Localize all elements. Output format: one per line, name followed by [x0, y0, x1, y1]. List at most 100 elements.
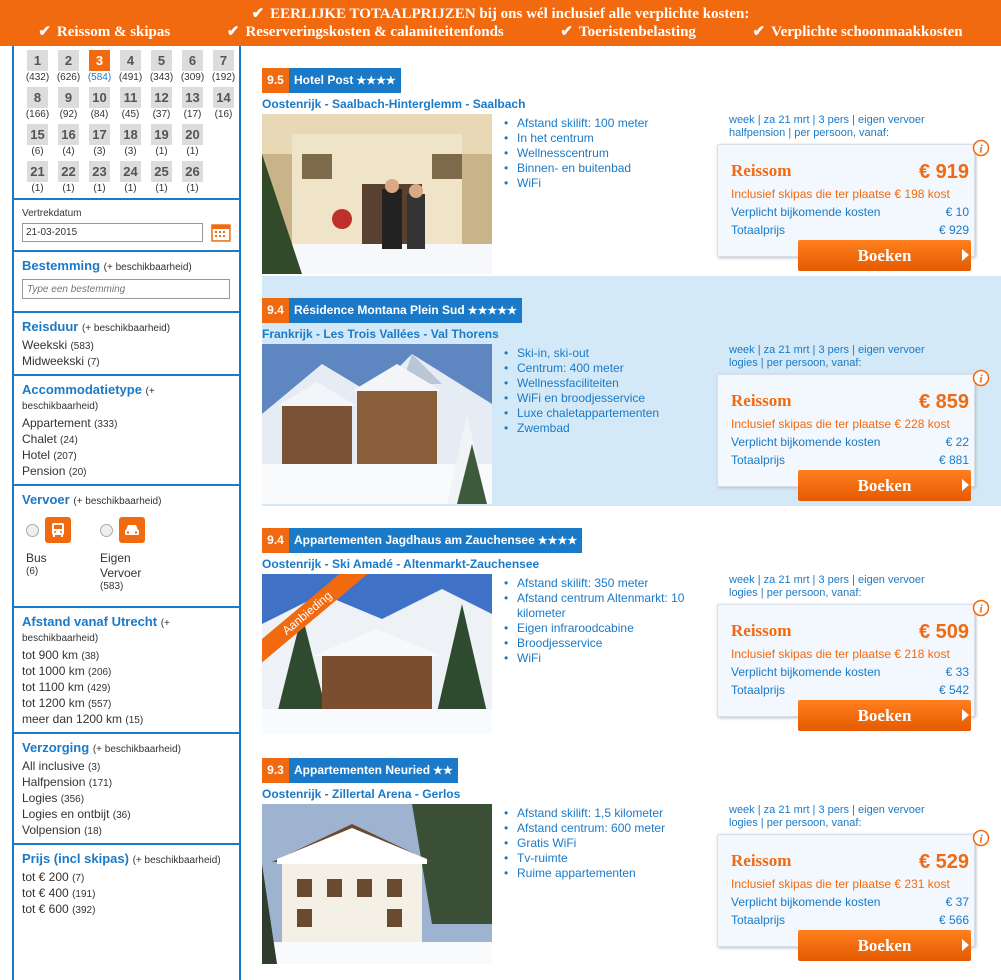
boeken-button[interactable]: Boeken: [798, 930, 971, 961]
location-link[interactable]: Frankrijk - Les Trois Vallées - Val Thor…: [262, 327, 499, 341]
filter-option[interactable]: tot 900 km (38): [22, 648, 231, 664]
filter-option[interactable]: Appartement (333): [22, 416, 231, 432]
filter-option[interactable]: Halfpension (171): [22, 775, 231, 791]
filter-option[interactable]: tot € 600 (392): [22, 902, 231, 918]
hotel-name-link[interactable]: Appartementen Jagdhaus am Zauchensee ★★★★: [289, 528, 583, 553]
day-number[interactable]: 18: [120, 124, 141, 145]
calendar-day[interactable]: 18 (3): [115, 124, 146, 159]
day-number[interactable]: 22: [58, 161, 79, 182]
calendar-day[interactable]: 7 (192): [208, 50, 239, 85]
calendar-day[interactable]: 9 (92): [53, 87, 84, 122]
calendar-day[interactable]: 15 (6): [22, 124, 53, 159]
day-number[interactable]: 13: [182, 87, 203, 108]
filter-option[interactable]: Weekski (583): [22, 338, 231, 354]
filter-option[interactable]: tot 1200 km (557): [22, 696, 231, 712]
boeken-button[interactable]: Boeken: [798, 470, 971, 501]
info-icon[interactable]: i: [972, 599, 990, 617]
day-number[interactable]: 16: [58, 124, 79, 145]
calendar-day[interactable]: 11 (45): [115, 87, 146, 122]
calendar-day[interactable]: 23 (1): [84, 161, 115, 196]
filter-option[interactable]: Chalet (24): [22, 432, 231, 448]
day-number[interactable]: 9: [58, 87, 79, 108]
day-number[interactable]: 5: [151, 50, 172, 71]
day-number[interactable]: 10: [89, 87, 110, 108]
day-number[interactable]: 6: [182, 50, 203, 71]
hotel-name-link[interactable]: Résidence Montana Plein Sud ★★★★★: [289, 298, 523, 323]
filter-option[interactable]: tot € 400 (191): [22, 886, 231, 902]
calendar-day[interactable]: 19 (1): [146, 124, 177, 159]
info-icon[interactable]: i: [972, 369, 990, 387]
day-number[interactable]: 7: [213, 50, 234, 71]
day-number[interactable]: 2: [58, 50, 79, 71]
calendar-day[interactable]: 21 (1): [22, 161, 53, 196]
calendar-icon[interactable]: [211, 222, 231, 242]
day-number[interactable]: 21: [27, 161, 48, 182]
calendar-day[interactable]: 4 (491): [115, 50, 146, 85]
day-number[interactable]: 8: [27, 87, 48, 108]
bestemming-input[interactable]: [22, 279, 230, 299]
day-number[interactable]: 4: [120, 50, 141, 71]
radio-button[interactable]: [100, 523, 113, 537]
location-link[interactable]: Oostenrijk - Zillertal Arena - Gerlos: [262, 787, 460, 801]
vervoer-option-bus[interactable]: Bus (6): [26, 517, 100, 592]
accommodation-photo[interactable]: [262, 804, 492, 964]
day-number[interactable]: 24: [120, 161, 141, 182]
calendar-day[interactable]: 14 (16): [208, 87, 239, 122]
accommodation-photo[interactable]: [262, 344, 492, 504]
boeken-button[interactable]: Boeken: [798, 240, 971, 271]
filter-option[interactable]: tot 1000 km (206): [22, 664, 231, 680]
calendar-day[interactable]: 6 (309): [177, 50, 208, 85]
calendar-day[interactable]: 5 (343): [146, 50, 177, 85]
day-number[interactable]: 23: [89, 161, 110, 182]
filter-option[interactable]: Logies (356): [22, 791, 231, 807]
day-number[interactable]: 25: [151, 161, 172, 182]
radio-button[interactable]: [26, 523, 39, 537]
day-number[interactable]: 19: [151, 124, 172, 145]
calendar-day[interactable]: 1 (432): [22, 50, 53, 85]
day-count: (491): [118, 72, 143, 83]
day-number[interactable]: 3: [89, 50, 110, 71]
day-number[interactable]: 20: [182, 124, 203, 145]
calendar-day[interactable]: 16 (4): [53, 124, 84, 159]
day-number[interactable]: 15: [27, 124, 48, 145]
calendar-day[interactable]: 24 (1): [115, 161, 146, 196]
prijs-title: Prijs (incl skipas): [22, 851, 129, 866]
day-number[interactable]: 11: [120, 87, 141, 108]
filter-option[interactable]: tot 1100 km (429): [22, 680, 231, 696]
calendar-day[interactable]: 2 (626): [53, 50, 84, 85]
calendar-day[interactable]: 13 (17): [177, 87, 208, 122]
day-number[interactable]: 14: [213, 87, 234, 108]
filter-option[interactable]: Logies en ontbijt (36): [22, 807, 231, 823]
calendar-day[interactable]: 20 (1): [177, 124, 208, 159]
day-number[interactable]: 17: [89, 124, 110, 145]
calendar-day[interactable]: 12 (37): [146, 87, 177, 122]
filter-option[interactable]: All inclusive (3): [22, 759, 231, 775]
calendar-day[interactable]: 26 (1): [177, 161, 208, 196]
accommodation-photo[interactable]: Aanbieding: [262, 574, 492, 734]
filter-option[interactable]: tot € 200 (7): [22, 870, 231, 886]
filter-option[interactable]: meer dan 1200 km (15): [22, 712, 231, 728]
info-icon[interactable]: i: [972, 829, 990, 847]
day-number[interactable]: 1: [27, 50, 48, 71]
accommodation-photo[interactable]: [262, 114, 492, 274]
filter-option[interactable]: Pension (20): [22, 464, 231, 480]
calendar-day[interactable]: 17 (3): [84, 124, 115, 159]
boeken-button[interactable]: Boeken: [798, 700, 971, 731]
calendar-day[interactable]: 3 (584): [84, 50, 115, 85]
location-link[interactable]: Oostenrijk - Saalbach-Hinterglemm - Saal…: [262, 97, 525, 111]
filter-option[interactable]: Volpension (18): [22, 823, 231, 839]
day-number[interactable]: 12: [151, 87, 172, 108]
vervoer-option-eigen[interactable]: Eigen Vervoer (583): [100, 517, 174, 592]
day-number[interactable]: 26: [182, 161, 203, 182]
filter-option[interactable]: Hotel (207): [22, 448, 231, 464]
calendar-day[interactable]: 25 (1): [146, 161, 177, 196]
location-link[interactable]: Oostenrijk - Ski Amadé - Altenmarkt-Zauc…: [262, 557, 539, 571]
calendar-day[interactable]: 8 (166): [22, 87, 53, 122]
info-icon[interactable]: i: [972, 139, 990, 157]
calendar-day[interactable]: 22 (1): [53, 161, 84, 196]
hotel-name-link[interactable]: Appartementen Neuried ★★: [289, 758, 458, 783]
filter-option[interactable]: Midweekski (7): [22, 354, 231, 370]
vertrekdatum-input[interactable]: [22, 222, 204, 242]
calendar-day[interactable]: 10 (84): [84, 87, 115, 122]
hotel-name-link[interactable]: Hotel Post ★★★★: [289, 68, 401, 93]
